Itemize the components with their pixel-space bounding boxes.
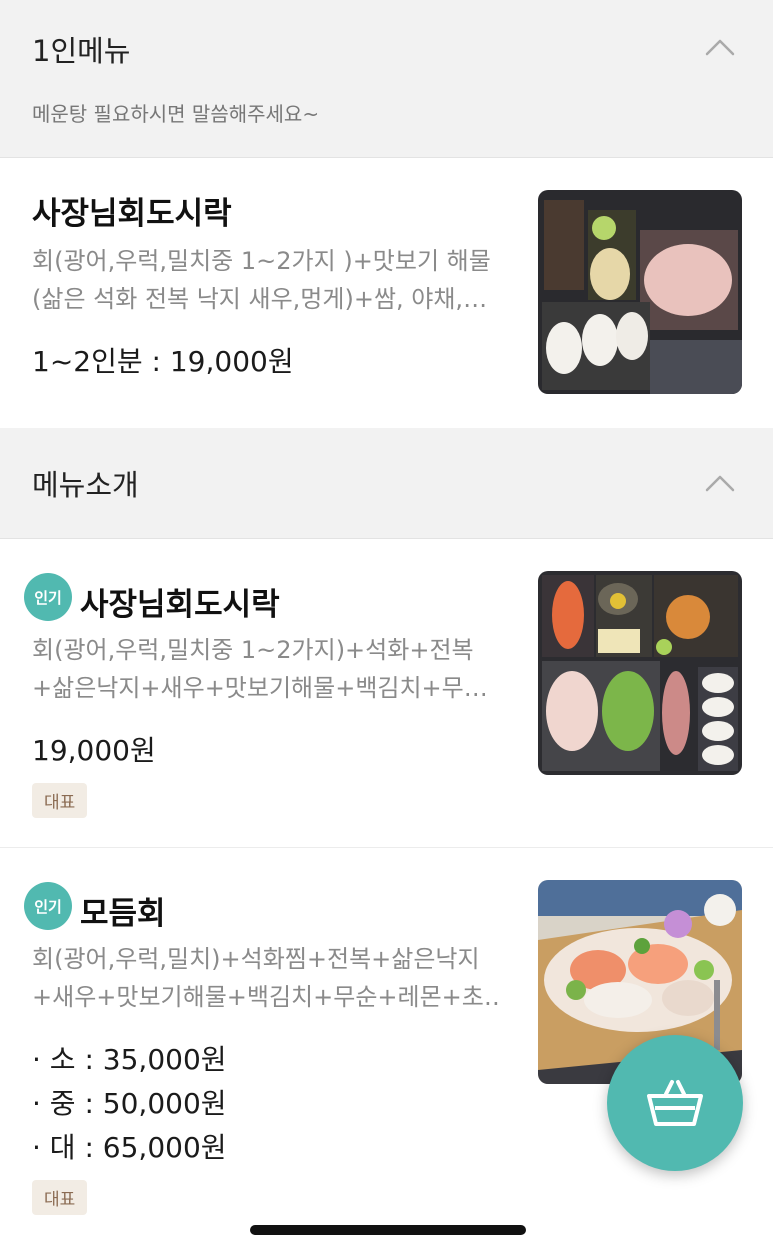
description-line: +새우+맛보기해물+백김치+무순+레몬+초… (32, 983, 502, 1011)
description-line: 회(광어,우럭,밀치중 1~2가지 )+맛보기 해물 (32, 247, 491, 275)
menu-item-price-medium: · 중 : 50,000원 (32, 1087, 227, 1120)
popular-badge: 인기 (24, 882, 72, 930)
signature-tag: 대표 (32, 1180, 88, 1215)
menu-item[interactable]: 사장님회도시락 회(광어,우럭,밀치중 1~2가지 )+맛보기 해물 (삶은 석… (0, 158, 773, 429)
section-title: 1인메뉴 (32, 34, 131, 68)
menu-item-price: 19,000원 (32, 734, 156, 767)
signature-tag: 대표 (32, 783, 88, 818)
menu-item-name: 사장님회도시락 (80, 587, 280, 623)
menu-item-price-large: · 대 : 65,000원 (32, 1131, 227, 1164)
chevron-up-icon[interactable] (705, 38, 735, 56)
section-header-single-menu[interactable]: 1인메뉴 메운탕 필요하시면 말씀해주세요~ (0, 0, 773, 158)
menu-item[interactable]: 인기 사장님회도시락 회(광어,우럭,밀치중 1~2가지)+석화+전복 +삶은낙… (0, 539, 773, 848)
menu-item-name: 모듬회 (80, 896, 166, 932)
section-title: 메뉴소개 (32, 468, 139, 502)
section-subtitle: 메운탕 필요하시면 말씀해주세요~ (32, 102, 320, 126)
description-line: +삶은낙지+새우+맛보기해물+백김치+무… (32, 674, 488, 702)
menu-item-price-small: · 소 : 35,000원 (32, 1043, 227, 1076)
description-line: 회(광어,우럭,밀치중 1~2가지)+석화+전복 (32, 636, 474, 664)
chevron-up-icon[interactable] (705, 474, 735, 492)
menu-item-price: 1~2인분 : 19,000원 (32, 345, 294, 378)
popular-badge: 인기 (24, 573, 72, 621)
basket-icon (647, 1080, 703, 1126)
menu-item-photo[interactable] (538, 571, 742, 775)
menu-item-description: 회(광어,우럭,밀치중 1~2가지)+석화+전복 +삶은낙지+새우+맛보기해물+… (32, 631, 502, 707)
description-line: 회(광어,우럭,밀치)+석화찜+전복+삶은낙지 (32, 945, 480, 973)
menu-item-photo[interactable] (538, 190, 742, 394)
description-line: (삶은 석화 전복 낙지 새우,멍게)+쌈, 야채,… (32, 285, 488, 313)
menu-item-name: 사장님회도시락 (32, 196, 232, 232)
cart-button[interactable] (607, 1035, 743, 1171)
menu-item-description: 회(광어,우럭,밀치중 1~2가지 )+맛보기 해물 (삶은 석화 전복 낙지 … (32, 242, 502, 318)
section-header-menu-intro[interactable]: 메뉴소개 (0, 428, 773, 539)
menu-item-description: 회(광어,우럭,밀치)+석화찜+전복+삶은낙지 +새우+맛보기해물+백김치+무순… (32, 940, 502, 1016)
home-indicator (250, 1225, 526, 1235)
